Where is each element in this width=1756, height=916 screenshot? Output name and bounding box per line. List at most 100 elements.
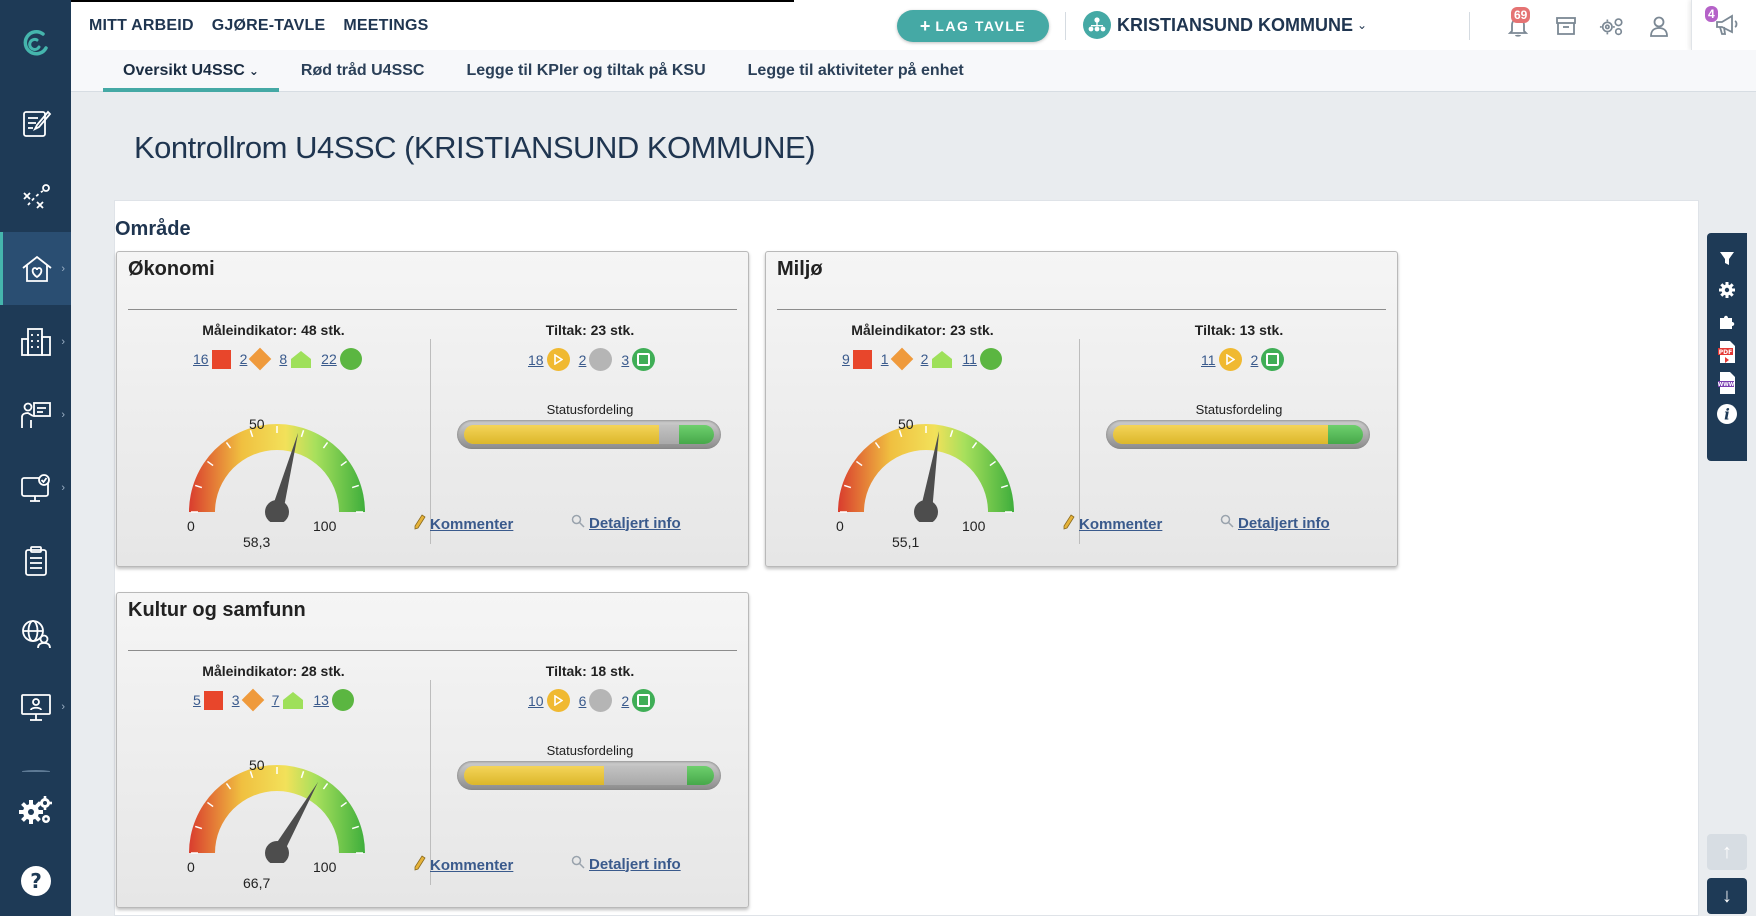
kommenter-link[interactable]: Kommenter (1063, 514, 1162, 534)
area-card: Kultur og samfunn Måleindikator: 28 stk.… (116, 592, 749, 908)
red-square-count[interactable]: 16 (193, 351, 209, 367)
lightgreen-house-count[interactable]: 2 (921, 351, 929, 367)
indicator-heading: Måleindikator: 28 stk. (202, 663, 345, 679)
sidebar-item-settings[interactable] (0, 776, 71, 846)
lightgreen-house-icon (931, 350, 953, 368)
status-bar-in-progress (464, 766, 604, 785)
not-started-circle-count[interactable]: 6 (579, 693, 587, 709)
nav-meetings[interactable]: MEETINGS (343, 17, 428, 35)
card-divider (128, 650, 737, 651)
detaljert-info-link[interactable]: Detaljert info (571, 855, 681, 873)
kommenter-link[interactable]: Kommenter (414, 855, 513, 875)
page-title: Kontrollrom U4SSC (KRISTIANSUND KOMMUNE) (134, 130, 816, 165)
svg-text:PDF: PDF (1719, 349, 1732, 356)
sidebar-item-teaching[interactable]: › (0, 670, 71, 743)
sidebar-item-monitor[interactable]: › (0, 451, 71, 524)
not-started-circle-icon (589, 348, 613, 371)
done-stop-count[interactable]: 3 (621, 352, 629, 368)
lightgreen-house-count[interactable]: 7 (272, 692, 280, 708)
announcements-panel[interactable]: 4 (1691, 0, 1756, 50)
pencil-icon (1063, 514, 1075, 534)
scroll-up-button[interactable]: ↑ (1707, 834, 1747, 870)
settings-cogs-icon[interactable] (1599, 13, 1625, 39)
nav-gjore-tavle[interactable]: GJØRE-TAVLE (212, 17, 326, 35)
tab-legge-til-aktiviteter[interactable]: Legge til aktiviteter på enhet (727, 50, 985, 92)
sidebar-item-forms[interactable] (0, 86, 71, 159)
in-progress-play-count[interactable]: 10 (528, 693, 544, 709)
puzzle-icon[interactable] (1707, 305, 1747, 336)
gauge-min-label: 0 (187, 859, 195, 875)
status-distribution-label: Statusfordeling (546, 743, 634, 758)
red-square-count[interactable]: 9 (842, 351, 850, 367)
tab-rod-trad[interactable]: Rød tråd U4SSC (280, 50, 446, 92)
in-progress-play-icon (1218, 348, 1242, 371)
orange-diamond-count[interactable]: 1 (881, 351, 889, 367)
archive-icon[interactable] (1553, 13, 1579, 39)
sidebar-item-home[interactable]: › (0, 232, 71, 305)
scroll-down-button[interactable]: ↓ (1707, 878, 1747, 914)
sidebar-item-presentation[interactable]: › (0, 378, 71, 451)
orange-diamond-count[interactable]: 3 (232, 692, 240, 708)
status-distribution-bar (457, 420, 721, 449)
green-circle-count[interactable]: 22 (321, 351, 337, 367)
gauge-needle-hub (265, 500, 289, 522)
magnifier-icon (571, 514, 585, 532)
organization-name: KRISTIANSUND KOMMUNE (1117, 14, 1353, 35)
done-stop-icon (632, 348, 656, 371)
sidebar-item-help[interactable]: ? (0, 846, 71, 916)
done-stop-icon (1261, 348, 1285, 371)
in-progress-play-count[interactable]: 11 (1201, 352, 1216, 368)
teacher-screen-icon (20, 693, 51, 721)
www-icon[interactable]: WWW (1707, 367, 1747, 398)
filter-icon[interactable] (1707, 243, 1747, 274)
detaljert-info-link[interactable]: Detaljert info (1220, 514, 1330, 532)
indicator-status-counts: 16 2 8 22 (193, 347, 371, 371)
sidebar-item-buildings[interactable]: › (0, 305, 71, 378)
red-square-count[interactable]: 5 (193, 692, 201, 708)
pdf-icon[interactable]: PDF (1707, 336, 1747, 367)
gauge-value-label: 66,7 (243, 875, 271, 891)
in-progress-play-count[interactable]: 18 (528, 352, 544, 368)
settings-gears-icon (18, 796, 52, 824)
score-gauge (189, 765, 365, 863)
lightgreen-house-count[interactable]: 8 (279, 351, 287, 367)
gear-icon[interactable] (1707, 274, 1747, 305)
orange-diamond-count[interactable]: 2 (240, 351, 248, 367)
area-heading: Område (115, 218, 191, 240)
orange-diamond-icon (241, 688, 264, 712)
tab-legge-til-kpier[interactable]: Legge til KPIer og tiltak på KSU (445, 50, 726, 92)
chevron-right-icon: › (61, 335, 65, 348)
sidebar-item-strategy[interactable] (0, 159, 71, 232)
organization-selector[interactable]: KRISTIANSUND KOMMUNE ⌄ (1083, 11, 1367, 39)
strategy-icon (22, 183, 50, 209)
gauge-mid-label: 50 (249, 416, 265, 432)
green-circle-count[interactable]: 13 (313, 692, 329, 708)
sidebar-item-clipboard[interactable] (0, 524, 71, 597)
done-stop-count[interactable]: 2 (1251, 352, 1259, 368)
chevron-down-icon: ⌄ (248, 63, 259, 78)
gauge-needle-hub (914, 500, 938, 522)
not-started-circle-count[interactable]: 2 (579, 352, 587, 368)
status-bar-done (1328, 425, 1363, 444)
tab-oversikt-u4ssc[interactable]: Oversikt U4SSC ⌄ (71, 50, 280, 92)
gauge-min-label: 0 (187, 518, 195, 534)
detaljert-info-link[interactable]: Detaljert info (571, 514, 681, 532)
plus-icon: + (919, 15, 931, 36)
indicator-status-counts: 5 3 7 13 (193, 688, 363, 712)
monitor-check-icon (20, 473, 50, 502)
user-profile-icon[interactable] (1646, 13, 1672, 39)
not-started-circle-icon (589, 689, 613, 712)
kommenter-link[interactable]: Kommenter (414, 514, 513, 534)
green-circle-count[interactable]: 11 (962, 351, 977, 367)
in-progress-play-icon (546, 348, 570, 371)
chevron-right-icon: › (61, 700, 65, 713)
sidebar-item-globe[interactable] (0, 597, 71, 670)
done-stop-count[interactable]: 2 (621, 693, 629, 709)
info-icon[interactable]: i (1707, 398, 1747, 429)
nav-mitt-arbeid[interactable]: MITT ARBEID (89, 17, 194, 35)
gauge-value-label: 55,1 (892, 534, 920, 550)
notifications-bell-icon[interactable]: 69 (1505, 7, 1531, 39)
indicator-heading: Måleindikator: 48 stk. (202, 322, 345, 338)
lag-tavle-button[interactable]: + LAG TAVLE (897, 10, 1049, 42)
logo-icon[interactable] (0, 0, 71, 86)
